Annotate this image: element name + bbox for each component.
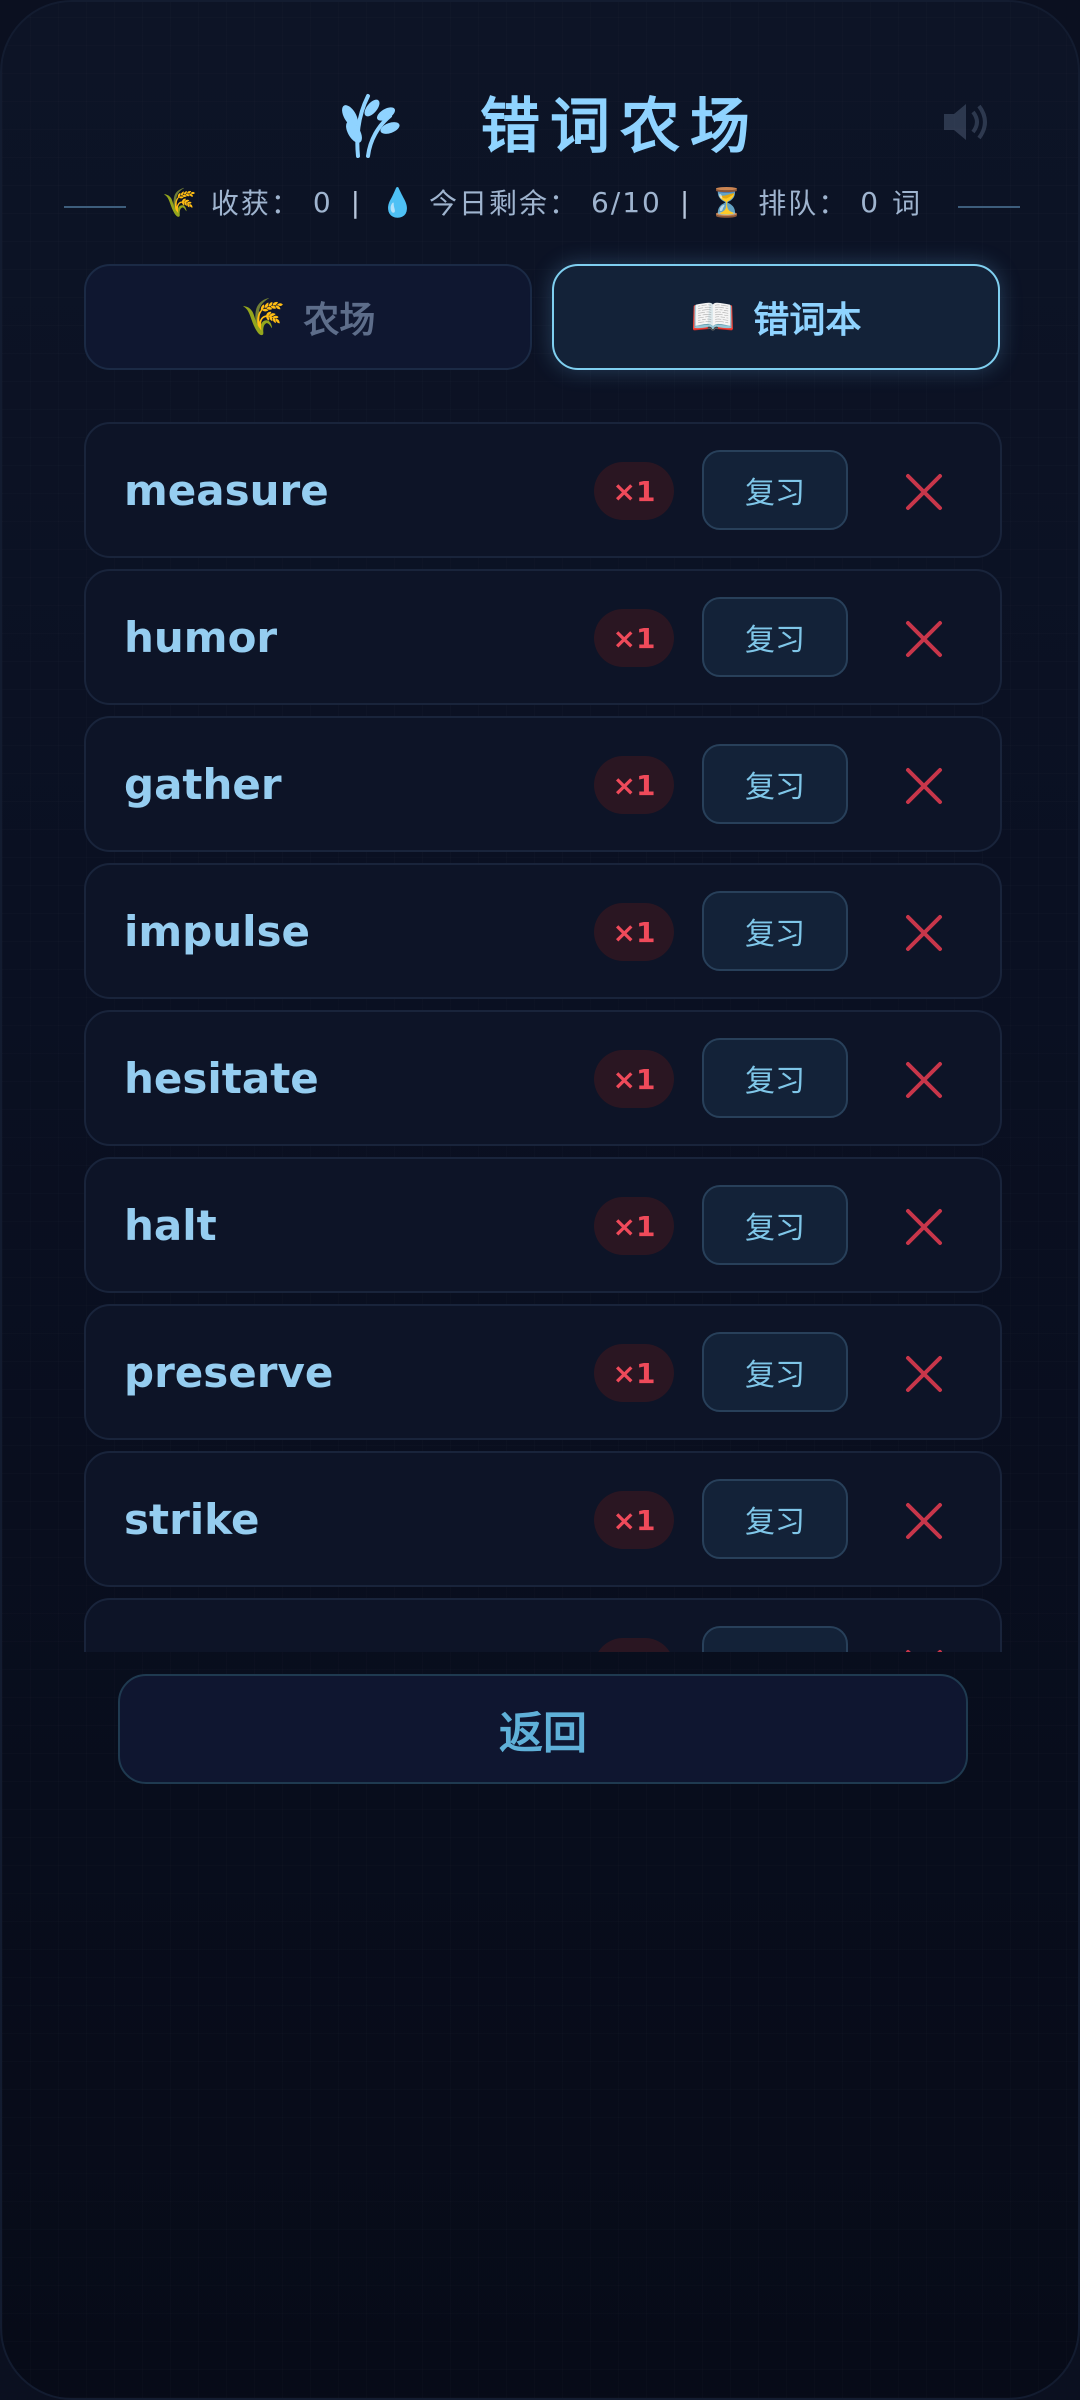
wheat-icon: 🌾 bbox=[240, 297, 286, 338]
list-item: gather ×1 复习 bbox=[84, 716, 1002, 852]
close-icon[interactable] bbox=[898, 1642, 950, 1652]
water-drop-icon: 💧 bbox=[380, 185, 417, 219]
word-text: preserve bbox=[124, 1348, 334, 1397]
close-icon[interactable] bbox=[898, 907, 950, 959]
list-item: impulse ×1 复习 bbox=[84, 863, 1002, 999]
word-text: strike bbox=[124, 1495, 260, 1544]
hourglass-icon: ⏳ bbox=[709, 185, 747, 219]
mistake-count-badge: ×1 bbox=[594, 756, 674, 814]
close-icon[interactable] bbox=[898, 760, 950, 812]
header: 错词农场 bbox=[2, 72, 1078, 172]
review-button[interactable]: 复习 bbox=[702, 597, 848, 677]
harvest-value: 0 bbox=[312, 185, 333, 219]
list-item: measure ×1 复习 bbox=[84, 422, 1002, 558]
close-icon[interactable] bbox=[898, 1054, 950, 1106]
close-icon[interactable] bbox=[898, 1348, 950, 1400]
mistake-count-badge: ×1 bbox=[594, 1491, 674, 1549]
mistake-count-badge: ×1 bbox=[594, 1197, 674, 1255]
remaining-label: 今日剩余： bbox=[428, 187, 579, 220]
mistake-count-badge: ×1 bbox=[594, 903, 674, 961]
close-icon[interactable] bbox=[898, 466, 950, 518]
review-button[interactable]: 复习 bbox=[702, 891, 848, 971]
word-text: humor bbox=[124, 613, 278, 662]
tab-wrong-words[interactable]: 📖 错词本 bbox=[552, 264, 1000, 370]
review-button[interactable]: 复习 bbox=[702, 1479, 848, 1559]
word-text: hesitate bbox=[124, 1054, 319, 1103]
harvest-label: 收获： bbox=[210, 187, 301, 220]
wheat-icon bbox=[342, 94, 400, 158]
speaker-icon[interactable] bbox=[936, 94, 992, 150]
close-icon[interactable] bbox=[898, 1201, 950, 1253]
queue-label: 排队： bbox=[758, 187, 849, 220]
word-text: impulse bbox=[124, 907, 311, 956]
list-item: hesitate ×1 复习 bbox=[84, 1010, 1002, 1146]
mistake-count-badge: ×1 bbox=[594, 1344, 674, 1402]
app-title: 错词农场 bbox=[480, 92, 760, 162]
mistake-count-badge: ×1 bbox=[594, 462, 674, 520]
mistake-count-badge: ×1 bbox=[594, 1050, 674, 1108]
tab-farm[interactable]: 🌾 农场 bbox=[84, 264, 532, 370]
list-item: humor ×1 复习 bbox=[84, 569, 1002, 705]
wrong-word-list[interactable]: measure ×1 复习 humor ×1 复习 gather ×1 复习 impulse ×1 复… bbox=[84, 422, 1002, 1652]
remaining-value: 6/10 bbox=[590, 185, 662, 219]
separator: | bbox=[350, 185, 363, 219]
queue-value: 0 bbox=[860, 185, 881, 219]
review-button[interactable]: 复习 bbox=[702, 1038, 848, 1118]
divider bbox=[64, 206, 126, 208]
list-item: preserve ×1 复习 bbox=[84, 1304, 1002, 1440]
review-button[interactable] bbox=[702, 1626, 848, 1652]
open-book-icon: 📖 bbox=[690, 297, 736, 338]
word-text: gather bbox=[124, 760, 282, 809]
tab-label: 错词本 bbox=[753, 300, 862, 341]
review-button[interactable]: 复习 bbox=[702, 1185, 848, 1265]
list-item bbox=[84, 1598, 1002, 1652]
review-button[interactable]: 复习 bbox=[702, 1332, 848, 1412]
close-icon[interactable] bbox=[898, 613, 950, 665]
mistake-count-badge bbox=[594, 1638, 674, 1652]
queue-unit: 词 bbox=[892, 187, 923, 220]
stats-bar: 🌾 收获： 0 | 💧 今日剩余： 6/10 | ⏳ 排队： 0 词 bbox=[2, 182, 1078, 232]
tab-label: 农场 bbox=[303, 300, 376, 341]
separator: | bbox=[679, 185, 692, 219]
close-icon[interactable] bbox=[898, 1495, 950, 1547]
word-text: measure bbox=[124, 466, 329, 515]
app-frame: 错词农场 🌾 收获： 0 | 💧 今日剩余： 6/10 | ⏳ 排队： 0 词 … bbox=[0, 0, 1080, 2400]
divider bbox=[958, 206, 1020, 208]
wheat-icon: 🌾 bbox=[161, 185, 199, 219]
review-button[interactable]: 复习 bbox=[702, 744, 848, 824]
list-item: halt ×1 复习 bbox=[84, 1157, 1002, 1293]
word-text: halt bbox=[124, 1201, 217, 1250]
list-item: strike ×1 复习 bbox=[84, 1451, 1002, 1587]
mistake-count-badge: ×1 bbox=[594, 609, 674, 667]
back-button[interactable]: 返回 bbox=[118, 1674, 968, 1784]
review-button[interactable]: 复习 bbox=[702, 450, 848, 530]
